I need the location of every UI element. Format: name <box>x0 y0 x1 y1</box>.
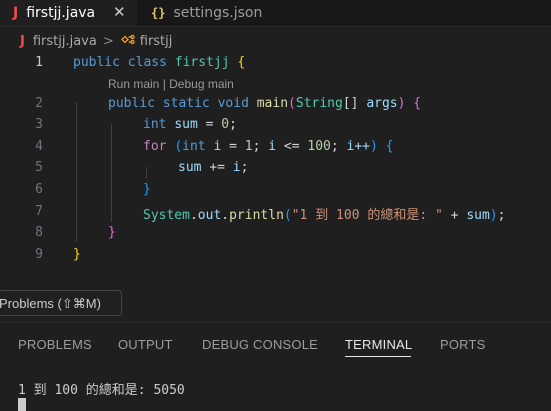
indent-guide <box>111 124 112 222</box>
code-line-1[interactable]: public class firstjj { <box>73 55 245 70</box>
code-token: { <box>237 55 246 70</box>
class-symbol-icon <box>120 33 135 50</box>
code-line-4[interactable]: for (int i = 1; i <= 100; i++) { <box>143 139 394 154</box>
breadcrumb-file[interactable]: firstjj.java <box>33 34 97 49</box>
code-token: } <box>143 182 151 197</box>
code-token: ( <box>174 139 183 154</box>
code-token: main <box>256 96 289 111</box>
line-number: 5 <box>35 160 43 175</box>
code-lens-run-debug[interactable]: Run main | Debug main <box>108 77 234 91</box>
code-token: sum <box>178 160 202 175</box>
code-token: } <box>108 225 116 240</box>
code-token: public <box>73 55 120 70</box>
line-number: 4 <box>35 139 43 154</box>
tab-problems[interactable]: PROBLEMS <box>18 337 92 352</box>
code-token: . <box>221 208 230 223</box>
code-token: ) <box>397 96 406 111</box>
breadcrumb: J firstjj.java > firstjj <box>0 28 551 54</box>
code-line-2[interactable]: public static void main(String[] args) { <box>108 96 421 111</box>
code-token: int <box>182 139 206 154</box>
java-file-icon: J <box>13 5 19 21</box>
code-token: ; <box>229 117 237 132</box>
line-number: 8 <box>35 225 43 240</box>
code-line-5[interactable]: sum += i; <box>178 160 248 175</box>
code-token: } <box>73 247 81 262</box>
code-line-9[interactable]: } <box>73 247 81 262</box>
indent-guide <box>76 102 77 242</box>
code-token: ( <box>288 96 296 111</box>
code-token: <= <box>283 139 300 154</box>
code-token: 0 <box>221 117 230 132</box>
line-number: 2 <box>35 96 43 111</box>
code-token: sum <box>174 117 198 132</box>
active-tab-indicator <box>345 356 411 357</box>
code-token: println <box>229 208 284 223</box>
code-token: ) <box>370 139 378 154</box>
code-token: = <box>205 117 214 132</box>
tab-debug-console[interactable]: DEBUG CONSOLE <box>202 337 318 352</box>
tab-output[interactable]: OUTPUT <box>118 337 173 352</box>
code-token: + <box>450 208 459 223</box>
code-token: static <box>162 96 210 111</box>
close-icon[interactable]: ✕ <box>113 3 126 21</box>
code-token: sum <box>466 208 490 223</box>
json-file-icon: {} <box>151 6 166 20</box>
terminal-cursor <box>18 398 26 411</box>
code-token: "1 到 100 的總和是: " <box>291 208 443 223</box>
tab-terminal[interactable]: TERMINAL <box>345 337 412 352</box>
code-token: ; <box>497 208 506 223</box>
code-token: public <box>108 96 155 111</box>
breadcrumb-symbol[interactable]: firstjj <box>140 34 173 49</box>
problems-tooltip: Problems (⇧⌘M) <box>0 290 122 316</box>
code-token: [] <box>342 96 359 111</box>
code-token: ; <box>252 139 261 154</box>
code-token: i++ <box>346 139 371 154</box>
code-token: firstjj <box>174 55 230 70</box>
code-line-3[interactable]: int sum = 0; <box>143 117 237 132</box>
code-token: ; <box>240 160 249 175</box>
line-number: 7 <box>35 204 43 219</box>
code-token: . <box>189 208 198 223</box>
line-number: 1 <box>35 55 43 70</box>
terminal-output[interactable]: 1 到 100 的總和是: 5050 <box>18 379 185 398</box>
tab-firstjj-java[interactable]: J firstjj.java ✕ <box>0 0 137 26</box>
code-token: = <box>229 139 237 154</box>
code-token: 100 <box>307 139 331 154</box>
tab-settings-json[interactable]: {} settings.json <box>138 0 298 26</box>
code-token: void <box>217 96 249 111</box>
java-file-icon: J <box>20 33 25 49</box>
code-token: out <box>197 208 222 223</box>
code-line-7[interactable]: System.out.println("1 到 100 的總和是: " + su… <box>143 204 505 223</box>
code-token: { <box>413 96 422 111</box>
code-token: ( <box>283 208 292 223</box>
code-token: ; <box>330 139 339 154</box>
chevron-right-icon: > <box>102 33 114 49</box>
code-token: i <box>268 139 277 154</box>
panel-divider <box>0 322 551 323</box>
tab-label: firstjj.java <box>26 5 96 21</box>
code-token: i <box>232 160 241 175</box>
code-token: for <box>143 139 167 154</box>
code-token: += <box>209 160 225 175</box>
line-number: 3 <box>35 117 43 132</box>
code-line-6[interactable]: } <box>143 182 151 197</box>
line-number: 6 <box>35 182 43 197</box>
code-token: class <box>127 55 167 70</box>
code-editor[interactable]: 1 public class firstjj { Run main | Debu… <box>0 54 551 272</box>
code-token: ) <box>489 208 498 223</box>
code-token: 1 <box>244 139 253 154</box>
editor-tab-bar: J firstjj.java ✕ {} settings.json <box>0 0 551 27</box>
code-token: { <box>385 139 394 154</box>
tab-label: settings.json <box>173 5 263 21</box>
code-token: System <box>143 208 190 223</box>
code-token: i <box>213 139 222 154</box>
indent-guide <box>146 167 147 179</box>
code-line-8[interactable]: } <box>108 225 116 240</box>
code-token: int <box>143 117 167 132</box>
code-token: args <box>366 96 398 111</box>
line-number: 9 <box>35 247 43 262</box>
code-token: String <box>295 96 343 111</box>
tab-ports[interactable]: PORTS <box>440 337 486 352</box>
